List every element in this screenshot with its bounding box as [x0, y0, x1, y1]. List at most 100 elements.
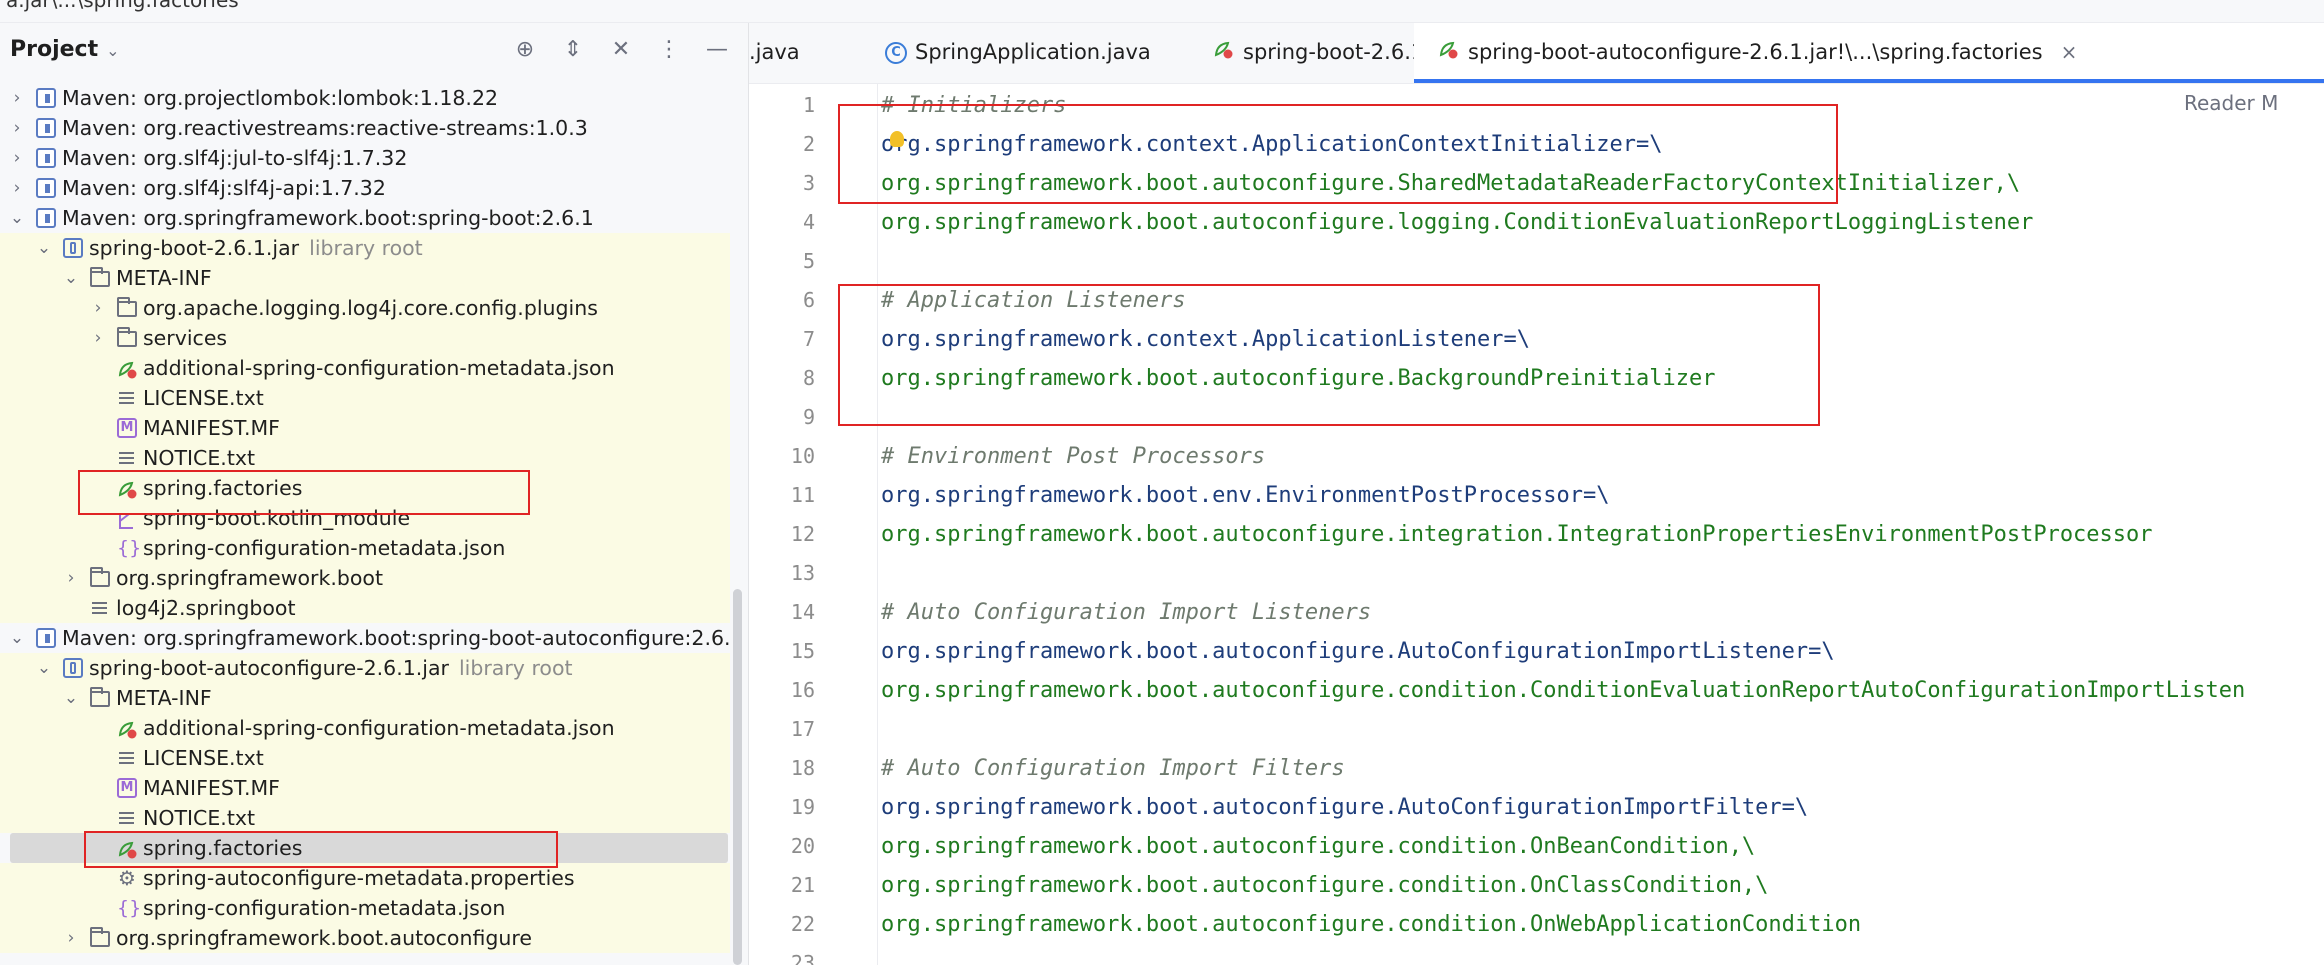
- chevron-down-icon[interactable]: ⌄: [35, 653, 53, 683]
- code-line[interactable]: org.springframework.boot.autoconfigure.c…: [881, 671, 2245, 710]
- tree-item[interactable]: › Maven: org.slf4j:slf4j-api:1.7.32: [0, 173, 730, 203]
- code-line[interactable]: # Auto Configuration Import Listeners: [881, 593, 1371, 632]
- tree-item[interactable]: LICENSE.txt: [0, 743, 730, 773]
- code-line[interactable]: org.springframework.context.ApplicationC…: [881, 125, 1662, 164]
- tree-item-text: LICENSE.txt: [143, 386, 264, 410]
- code-line[interactable]: # Application Listeners: [881, 281, 1186, 320]
- tree-item[interactable]: ⌄ Maven: org.springframework.boot:spring-…: [0, 203, 730, 233]
- chevron-right-icon[interactable]: ›: [62, 923, 80, 953]
- tree-item[interactable]: › services: [0, 323, 730, 353]
- code-line[interactable]: org.springframework.boot.autoconfigure.B…: [881, 359, 1715, 398]
- chevron-down-icon[interactable]: ⌄: [62, 263, 80, 293]
- chevron-right-icon[interactable]: ›: [62, 563, 80, 593]
- chevron-right-icon[interactable]: ›: [8, 83, 26, 113]
- chevron-right-icon[interactable]: ›: [89, 323, 107, 353]
- reader-mode-button[interactable]: Reader M: [2170, 84, 2324, 122]
- code-line[interactable]: org.springframework.boot.autoconfigure.i…: [881, 515, 2153, 554]
- close-icon[interactable]: ×: [2061, 40, 2078, 64]
- code-line[interactable]: org.springframework.boot.autoconfigure.c…: [881, 827, 1755, 866]
- tree-item-text: spring.factories: [143, 836, 303, 860]
- tree-item-label: Maven: org.projectlombok:lombok:1.18.22: [62, 83, 498, 113]
- code-line[interactable]: org.springframework.boot.autoconfigure.c…: [881, 866, 1768, 905]
- tree-item-label: spring-configuration-metadata.json: [143, 893, 505, 923]
- tree-item[interactable]: log4j2.springboot: [0, 593, 730, 623]
- more-icon[interactable]: ⋮: [656, 37, 682, 62]
- maven-icon: [36, 178, 56, 198]
- tree-item[interactable]: {} spring-configuration-metadata.json: [0, 893, 730, 923]
- tree-item[interactable]: ⌄ spring-boot-2.6.1.jar library root: [0, 233, 730, 263]
- locate-icon[interactable]: ⊕: [512, 37, 538, 62]
- code-line[interactable]: # Auto Configuration Import Filters: [881, 749, 1345, 788]
- tree-item[interactable]: spring-boot.kotlin_module: [0, 503, 730, 533]
- code-editor[interactable]: 1 2 3 4 5 6 7 8 9 10 11 12 13 14 15 16 17 18 19 20 21 22 23 # …: [749, 84, 2324, 965]
- code-line[interactable]: org.springframework.boot.autoconfigure.S…: [881, 164, 2020, 203]
- tree-item[interactable]: ⌄ Maven: org.springframework.boot:spring-…: [0, 623, 731, 653]
- tree-item-label: NOTICE.txt: [143, 803, 255, 833]
- line-number: 10: [790, 444, 815, 468]
- project-scrollbar[interactable]: [733, 589, 742, 965]
- tree-item[interactable]: LICENSE.txt: [0, 383, 730, 413]
- spring-icon: [117, 718, 139, 739]
- tree-item-label: Maven: org.slf4j:jul-to-slf4j:1.7.32: [62, 143, 407, 173]
- tree-item-text: META-INF: [116, 266, 212, 290]
- expand-icon[interactable]: ⇕: [560, 37, 586, 62]
- code-line[interactable]: org.springframework.boot.autoconfigure.c…: [881, 905, 1861, 944]
- tree-item[interactable]: NOTICE.txt: [0, 443, 730, 473]
- chevron-right-icon[interactable]: ›: [8, 113, 26, 143]
- tree-item-text: log4j2.springboot: [116, 596, 296, 620]
- code-line[interactable]: org.springframework.boot.autoconfigure.l…: [881, 203, 2033, 242]
- tree-item[interactable]: › org.apache.logging.log4j.core.config.pl…: [0, 293, 730, 323]
- chevron-down-icon[interactable]: ⌄: [62, 683, 80, 713]
- tree-item[interactable]: ⌄ META-INF: [0, 263, 730, 293]
- tab-label: .java: [749, 40, 800, 64]
- project-view-selector[interactable]: Project ⌄: [10, 37, 120, 62]
- tree-item[interactable]: additional-spring-configuration-metadata…: [0, 713, 730, 743]
- tree-item[interactable]: M MANIFEST.MF: [0, 413, 730, 443]
- line-number: 18: [790, 756, 815, 780]
- tree-item[interactable]: › org.springframework.boot.autoconfigure: [0, 923, 730, 953]
- tree-item-label: log4j2.springboot: [116, 593, 296, 623]
- tree-item[interactable]: › Maven: org.slf4j:jul-to-slf4j:1.7.32: [0, 143, 730, 173]
- chevron-down-icon[interactable]: ⌄: [8, 623, 26, 653]
- tab-editor-file[interactable]: C SpringApplication.java: [869, 23, 1151, 83]
- tree-item[interactable]: additional-spring-configuration-metadata…: [0, 353, 730, 383]
- line-number: 23: [790, 951, 815, 965]
- chevron-right-icon[interactable]: ›: [8, 173, 26, 203]
- tree-item[interactable]: M MANIFEST.MF: [0, 773, 730, 803]
- lightbulb-icon[interactable]: [890, 131, 904, 147]
- txt-icon: [117, 748, 137, 768]
- tab-editor-file[interactable]: .java: [749, 23, 800, 83]
- tree-item-text: spring-autoconfigure-metadata.properties: [143, 866, 575, 890]
- line-number: 6: [802, 288, 815, 312]
- tree-item-label: META-INF: [116, 263, 212, 293]
- code-line[interactable]: org.springframework.boot.env.Environment…: [881, 476, 1609, 515]
- tree-item-label: additional-spring-configuration-metadata…: [143, 353, 615, 383]
- hide-icon[interactable]: —: [704, 37, 730, 62]
- tree-item[interactable]: ⌄ META-INF: [0, 683, 730, 713]
- tree-item[interactable]: ⚙ spring-autoconfigure-metadata.propertie…: [0, 863, 730, 893]
- code-line[interactable]: org.springframework.boot.autoconfigure.A…: [881, 788, 1808, 827]
- tree-item[interactable]: › Maven: org.projectlombok:lombok:1.18.22: [0, 83, 730, 113]
- chevron-down-icon[interactable]: ⌄: [8, 203, 26, 233]
- tree-item[interactable]: NOTICE.txt: [0, 803, 730, 833]
- code-line[interactable]: org.springframework.context.ApplicationL…: [881, 320, 1530, 359]
- tree-item[interactable]: spring.factories: [10, 833, 728, 863]
- chevron-right-icon[interactable]: ›: [89, 293, 107, 323]
- spring-icon: [117, 838, 139, 859]
- tab-editor-file[interactable]: spring-boot-autoconfigure-2.6.1.jar!\...…: [1414, 23, 2324, 83]
- tree-item[interactable]: › Maven: org.reactivestreams:reactive-str…: [0, 113, 730, 143]
- tree-item[interactable]: {} spring-configuration-metadata.json: [0, 533, 730, 563]
- code-line[interactable]: org.springframework.boot.autoconfigure.A…: [881, 632, 1835, 671]
- tree-item[interactable]: ⌄ spring-boot-autoconfigure-2.6.1.jar libr…: [0, 653, 730, 683]
- chevron-down-icon[interactable]: ⌄: [35, 233, 53, 263]
- tree-item[interactable]: › org.springframework.boot: [0, 563, 730, 593]
- tree-item[interactable]: spring.factories: [0, 473, 730, 503]
- code-line[interactable]: # Initializers: [881, 86, 1066, 125]
- code-line[interactable]: # Environment Post Processors: [881, 437, 1265, 476]
- gutter-separator: [877, 84, 878, 965]
- collapse-icon[interactable]: ✕: [608, 37, 634, 62]
- folder-icon: [117, 327, 137, 347]
- txt-icon: [90, 598, 110, 618]
- chevron-right-icon[interactable]: ›: [8, 143, 26, 173]
- spring-icon: [117, 358, 139, 379]
